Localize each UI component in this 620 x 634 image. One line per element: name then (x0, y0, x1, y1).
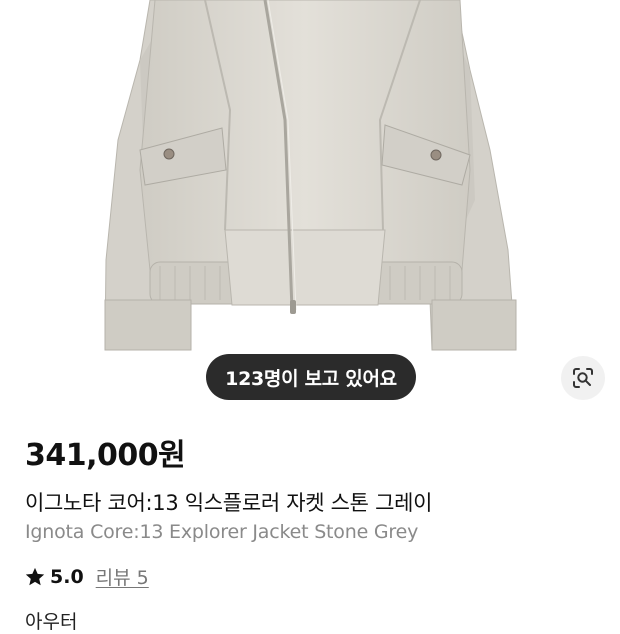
star-icon (25, 567, 45, 585)
product-title-korean: 이그노타 코어:13 익스플로러 자켓 스톤 그레이 (25, 491, 433, 515)
product-price: 341,000원 (25, 438, 186, 473)
viewers-count-badge: 123명이 보고 있어요 (206, 354, 416, 400)
review-link[interactable]: 리뷰 5 (96, 563, 149, 590)
rating-value: 5.0 (50, 565, 84, 588)
image-search-lens-icon (573, 368, 593, 388)
rating-row: 5.0 리뷰 5 (24, 563, 149, 590)
viewers-count-text: 123명이 보고 있어요 (225, 367, 397, 390)
image-search-button[interactable] (561, 356, 605, 400)
product-title-english: Ignota Core:13 Explorer Jacket Stone Gre… (25, 521, 419, 543)
category-label: 아우터 (25, 611, 78, 633)
